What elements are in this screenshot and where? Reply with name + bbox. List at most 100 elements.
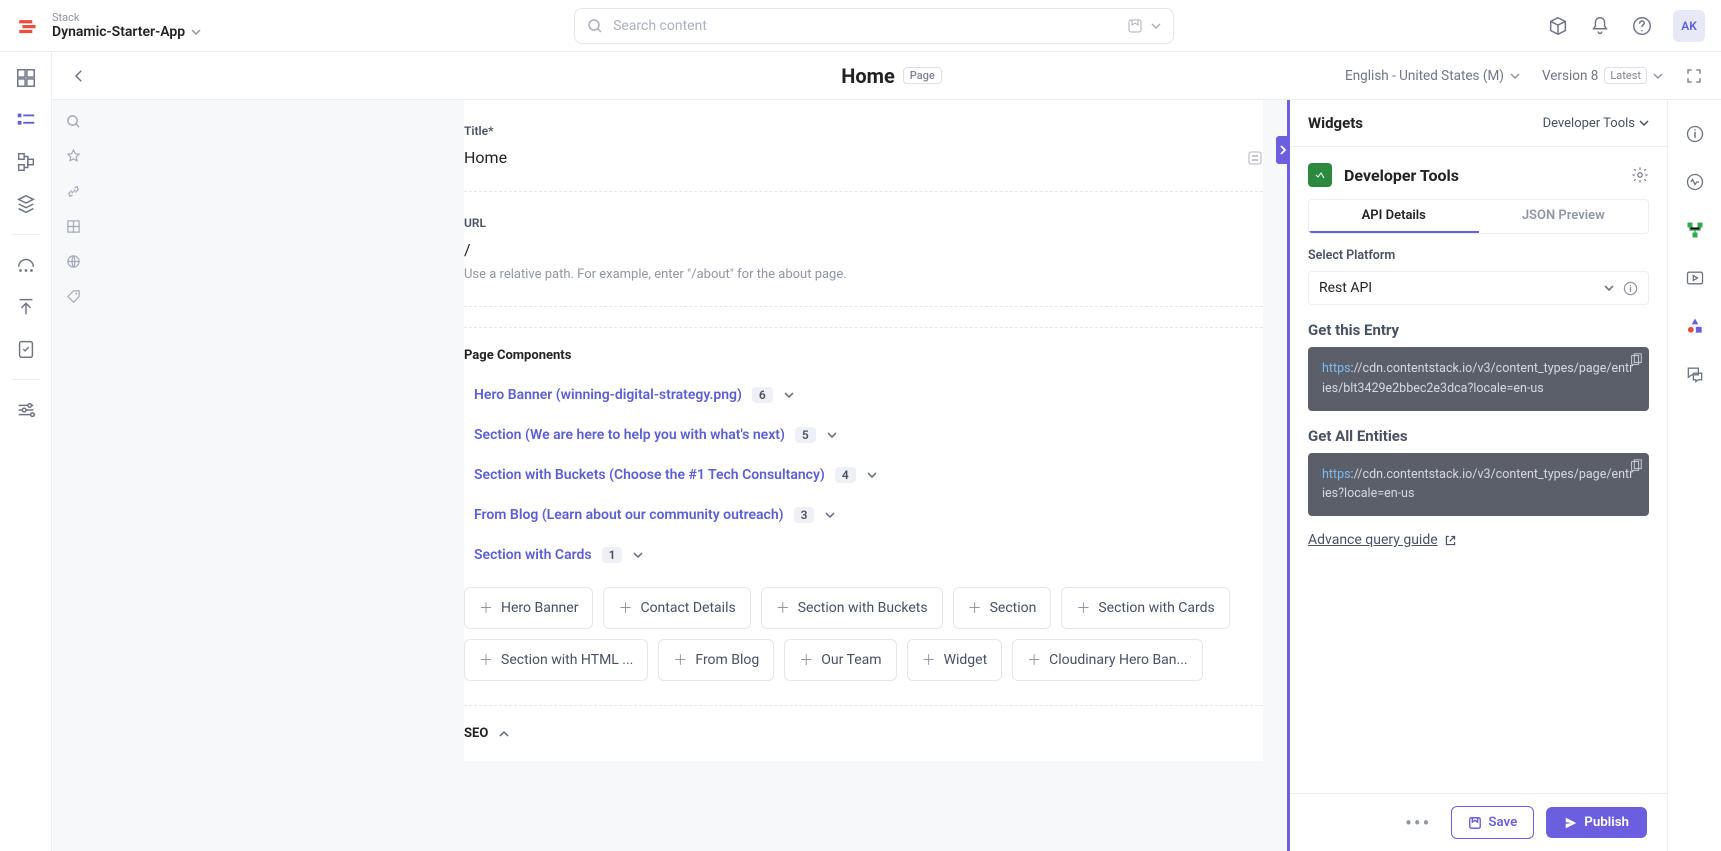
add-component-chip[interactable]: ＋From Blog — [658, 639, 774, 681]
component-row[interactable]: Hero Banner (winning-digital-strategy.pn… — [464, 379, 1263, 419]
component-name: Hero Banner (winning-digital-strategy.pn… — [474, 387, 742, 403]
dev-tools-title: Developer Tools — [1344, 166, 1619, 185]
plus-icon: ＋ — [968, 598, 982, 618]
plus-icon: ＋ — [922, 650, 936, 670]
count-badge: 1 — [602, 547, 623, 563]
gear-icon[interactable] — [1631, 166, 1649, 184]
plus-icon: ＋ — [479, 598, 493, 618]
copy-icon[interactable] — [1629, 353, 1643, 367]
all-entries-url-code: https://cdn.contentstack.io/v3/content_t… — [1308, 453, 1649, 517]
tab-json-preview[interactable]: JSON Preview — [1479, 200, 1649, 233]
left-nav — [0, 52, 52, 851]
more-button[interactable]: ••• — [1397, 807, 1439, 839]
back-button[interactable] — [70, 67, 88, 85]
plus-icon: ＋ — [776, 598, 790, 618]
component-row[interactable]: From Blog (Learn about our community out… — [464, 499, 1263, 539]
add-component-chip[interactable]: ＋Contact Details — [603, 587, 750, 629]
tab-api-details[interactable]: API Details — [1309, 200, 1479, 233]
globe-icon[interactable] — [66, 254, 81, 269]
platform-select[interactable]: Rest API — [1308, 271, 1649, 305]
activity-icon[interactable] — [1685, 172, 1705, 192]
link-icon[interactable] — [66, 184, 81, 199]
footer-actions: ••• Save Publish — [1290, 793, 1667, 851]
external-link-icon — [1444, 534, 1457, 547]
plus-icon: ＋ — [1076, 598, 1090, 618]
chevron-down-icon[interactable] — [866, 469, 878, 481]
chevron-down-icon — [1510, 71, 1520, 81]
chevron-down-icon — [191, 27, 201, 37]
mini-sidebar — [52, 100, 94, 851]
platform-label: Select Platform — [1308, 248, 1649, 263]
publish-button[interactable]: Publish — [1546, 807, 1647, 838]
info-icon[interactable] — [1685, 124, 1705, 144]
entries-icon[interactable] — [14, 108, 38, 132]
seo-section[interactable]: SEO — [464, 705, 1263, 761]
copy-icon[interactable] — [1629, 459, 1643, 473]
fullscreen-icon[interactable] — [1685, 67, 1703, 85]
chevron-down-icon — [1639, 118, 1649, 128]
locale-selector[interactable]: English - United States (M) — [1345, 68, 1520, 84]
bell-icon[interactable] — [1589, 15, 1611, 37]
plus-icon: ＋ — [618, 598, 632, 618]
brand: Stack Dynamic-Starter-App — [16, 11, 201, 41]
automate-icon[interactable] — [14, 253, 38, 277]
star-icon[interactable] — [66, 149, 81, 164]
settings-icon[interactable] — [14, 398, 38, 422]
help-icon[interactable] — [1631, 15, 1653, 37]
add-component-chip[interactable]: ＋Section with HTML ... — [464, 639, 648, 681]
entry-url-code: https://cdn.contentstack.io/v3/content_t… — [1308, 347, 1649, 411]
advance-query-link[interactable]: Advance query guide — [1308, 532, 1649, 548]
search-bar[interactable] — [574, 8, 1174, 44]
chevron-down-icon — [1151, 21, 1161, 31]
branches-icon[interactable] — [1685, 220, 1705, 240]
widgets-title: Widgets — [1308, 114, 1363, 132]
topbar: Stack Dynamic-Starter-App AK — [0, 0, 1721, 52]
save-button[interactable]: Save — [1451, 806, 1534, 839]
url-value[interactable]: / — [464, 240, 1263, 259]
add-component-chip[interactable]: ＋Hero Banner — [464, 587, 593, 629]
tag-icon[interactable] — [66, 289, 81, 304]
add-component-chip[interactable]: ＋Section — [953, 587, 1052, 629]
collapse-panel-icon[interactable] — [1276, 136, 1290, 164]
chevron-down-icon[interactable] — [783, 389, 795, 401]
component-name: Section with Cards — [474, 547, 592, 563]
component-row[interactable]: Section with Buckets (Choose the #1 Tech… — [464, 459, 1263, 499]
search-input[interactable] — [613, 18, 1117, 34]
publish-icon[interactable] — [14, 295, 38, 319]
tasks-icon[interactable] — [14, 337, 38, 361]
add-component-chip[interactable]: ＋Section with Cards — [1061, 587, 1229, 629]
search-icon[interactable] — [66, 114, 81, 129]
save-icon — [1468, 816, 1482, 830]
preview-icon[interactable] — [1685, 268, 1705, 288]
component-row[interactable]: Section (We are here to help you with wh… — [464, 419, 1263, 459]
add-component-chip[interactable]: ＋Section with Buckets — [761, 587, 943, 629]
chevron-down-icon[interactable] — [826, 429, 838, 441]
grid-icon[interactable] — [66, 219, 81, 234]
component-name: From Blog (Learn about our community out… — [474, 507, 784, 523]
chevron-down-icon[interactable] — [632, 549, 644, 561]
add-component-chip[interactable]: ＋Cloudinary Hero Ban... — [1012, 639, 1202, 681]
widgets-dropdown[interactable]: Developer Tools — [1543, 116, 1649, 131]
info-icon[interactable] — [1623, 281, 1638, 296]
title-input[interactable] — [464, 148, 1247, 167]
dashboard-icon[interactable] — [14, 66, 38, 90]
stack-name[interactable]: Dynamic-Starter-App — [52, 24, 201, 41]
cube-icon[interactable] — [1547, 15, 1569, 37]
assets-icon[interactable] — [14, 192, 38, 216]
reference-icon[interactable] — [1247, 150, 1263, 166]
add-component-chip[interactable]: ＋Our Team — [784, 639, 896, 681]
add-component-chip[interactable]: ＋Widget — [907, 639, 1003, 681]
avatar[interactable]: AK — [1673, 10, 1705, 42]
count-badge: 4 — [835, 467, 856, 483]
shapes-icon[interactable] — [1685, 316, 1705, 336]
component-name: Section (We are here to help you with wh… — [474, 427, 785, 443]
count-badge: 5 — [795, 427, 816, 443]
chevron-down-icon — [1653, 71, 1663, 81]
widgets-panel: Widgets Developer Tools Developer Tools — [1287, 100, 1667, 851]
comments-icon[interactable] — [1685, 364, 1705, 384]
content-models-icon[interactable] — [14, 150, 38, 174]
version-selector[interactable]: Version 8 Latest — [1542, 67, 1663, 84]
component-row[interactable]: Section with Cards 1 — [464, 539, 1263, 579]
chevron-down-icon[interactable] — [824, 509, 836, 521]
save-shortcut-icon — [1127, 18, 1143, 34]
